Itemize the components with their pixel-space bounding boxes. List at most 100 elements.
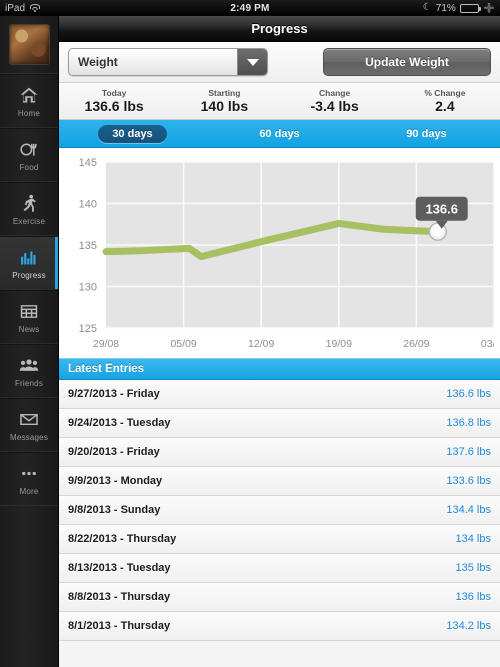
tooltip-label: 136.6 — [425, 202, 458, 217]
weight-chart-card: 125 130 135 140 145 29/08 05/09 12/09 19/09 26/0… — [59, 148, 500, 358]
tab-90-days[interactable]: 90 days — [353, 128, 500, 140]
entry-weight: 135 lbs — [455, 562, 491, 574]
entry-row[interactable]: 8/1/2013 - Thursday 134.2 lbs — [59, 612, 500, 641]
y-tick-label: 135 — [79, 240, 97, 252]
entry-weight: 136 lbs — [455, 591, 491, 603]
envelope-icon — [20, 413, 38, 425]
y-tick-label: 140 — [79, 199, 97, 211]
stat-value: 2.4 — [435, 98, 455, 114]
y-tick-label: 125 — [79, 323, 97, 335]
sidebar: Home Food Exercise Progress News Friends… — [0, 16, 59, 667]
sidebar-item-label: Messages — [9, 432, 49, 442]
entry-date: 9/24/2013 - Tuesday — [68, 417, 171, 429]
stat-value: 136.6 lbs — [84, 98, 144, 114]
entry-date: 9/27/2013 - Friday — [68, 388, 160, 400]
sidebar-item-exercise[interactable]: Exercise — [0, 182, 58, 236]
entry-date: 8/1/2013 - Thursday — [68, 620, 171, 632]
sidebar-item-news[interactable]: News — [0, 290, 58, 344]
stat-starting: Starting 140 lbs — [169, 83, 279, 119]
tab-60-days[interactable]: 60 days — [206, 128, 353, 140]
stats-row: Today 136.6 lbs Starting 140 lbs Change … — [59, 83, 500, 120]
page-title: Progress — [251, 21, 308, 36]
stat-value: 140 lbs — [200, 98, 249, 114]
entry-row[interactable]: 9/27/2013 - Friday 136.6 lbs — [59, 380, 500, 409]
controls-bar: Weight Update Weight — [59, 42, 500, 83]
stat-change: Change -3.4 lbs — [280, 83, 390, 119]
entry-weight: 133.6 lbs — [446, 475, 491, 487]
stat-caption: Change — [319, 88, 351, 98]
sidebar-item-label: Progress — [12, 270, 46, 280]
stat-caption: Starting — [208, 88, 241, 98]
entry-weight: 136.6 lbs — [446, 388, 491, 400]
sidebar-item-label: Friends — [14, 378, 44, 388]
plate-fork-icon — [20, 143, 37, 156]
tab-30-days[interactable]: 30 days — [59, 124, 206, 143]
stat-percent-change: % Change 2.4 — [390, 83, 500, 119]
metric-select-value: Weight — [78, 55, 118, 69]
battery-charging-icon — [459, 3, 481, 13]
sidebar-item-label: Exercise — [12, 216, 46, 226]
stat-caption: % Change — [424, 88, 466, 98]
entry-row[interactable]: 9/24/2013 - Tuesday 136.8 lbs — [59, 409, 500, 438]
entry-date: 9/8/2013 - Sunday — [68, 504, 161, 516]
sidebar-item-home[interactable]: Home — [0, 74, 58, 128]
entry-row[interactable]: 9/20/2013 - Friday 137.6 lbs — [59, 438, 500, 467]
stat-today: Today 136.6 lbs — [59, 83, 169, 119]
entry-date: 8/13/2013 - Tuesday — [68, 562, 171, 574]
stat-caption: Today — [101, 88, 127, 98]
tab-label: 30 days — [98, 124, 167, 143]
tab-label: 90 days — [406, 127, 447, 140]
title-bar: Progress — [59, 16, 500, 42]
entry-weight: 136.8 lbs — [446, 417, 491, 429]
entry-row[interactable]: 8/22/2013 - Thursday 134 lbs — [59, 525, 500, 554]
entry-date: 9/20/2013 - Friday — [68, 446, 160, 458]
status-right: ☾ 71% ➕ — [423, 3, 500, 14]
entry-row[interactable]: 9/9/2013 - Monday 133.6 lbs — [59, 467, 500, 496]
avatar-container[interactable] — [0, 16, 58, 74]
x-tick-label: 05/09 — [170, 338, 196, 350]
entry-weight: 134.4 lbs — [446, 504, 491, 516]
entry-weight: 137.6 lbs — [446, 446, 491, 458]
avatar[interactable] — [8, 24, 50, 65]
sidebar-item-friends[interactable]: Friends — [0, 344, 58, 398]
chevron-down-icon[interactable] — [237, 49, 267, 75]
sidebar-item-messages[interactable]: Messages — [0, 398, 58, 452]
stat-value: -3.4 lbs — [310, 98, 359, 114]
metric-select[interactable]: Weight — [68, 48, 268, 76]
sidebar-item-progress[interactable]: Progress — [0, 236, 58, 290]
battery-percent: 71% — [435, 2, 456, 14]
crescent-moon-icon: ☾ — [422, 2, 432, 13]
y-axis-labels: 125 130 135 140 145 — [79, 157, 97, 335]
x-tick-label: 19/09 — [326, 338, 352, 350]
latest-entries-header: Latest Entries — [59, 358, 500, 380]
sidebar-item-label: Home — [17, 108, 41, 118]
y-tick-label: 130 — [79, 282, 97, 294]
ios-status-bar: iPad 2:49 PM ☾ 71% ➕ — [0, 0, 500, 16]
bar-chart-icon — [21, 250, 36, 264]
grid-table-icon — [20, 304, 38, 318]
latest-entries-list[interactable]: 9/27/2013 - Friday 136.6 lbs 9/24/2013 - T… — [59, 380, 500, 667]
sidebar-item-food[interactable]: Food — [0, 128, 58, 182]
tab-label: 60 days — [259, 127, 300, 140]
sidebar-item-label: More — [19, 486, 39, 496]
x-tick-label: 12/09 — [248, 338, 274, 350]
people-icon — [19, 358, 39, 371]
sidebar-item-label: News — [18, 324, 40, 334]
x-axis-labels: 29/08 05/09 12/09 19/09 26/09 03/10 — [93, 338, 494, 350]
x-tick-label: 29/08 — [93, 338, 119, 350]
x-tick-label: 03/10 — [481, 338, 494, 350]
entry-date: 8/8/2013 - Thursday — [68, 591, 171, 603]
home-icon — [20, 87, 38, 102]
main-content: Progress Weight Update Weight Today 136.… — [59, 16, 500, 667]
entry-row[interactable]: 9/8/2013 - Sunday 134.4 lbs — [59, 496, 500, 525]
entry-row[interactable]: 8/8/2013 - Thursday 136 lbs — [59, 583, 500, 612]
weight-line-chart[interactable]: 125 130 135 140 145 29/08 05/09 12/09 19/09 26/0… — [65, 156, 494, 358]
entry-row[interactable]: 8/13/2013 - Tuesday 135 lbs — [59, 554, 500, 583]
runner-icon — [23, 194, 36, 212]
charging-bolt-icon: ➕ — [483, 2, 495, 13]
y-tick-label: 145 — [79, 157, 97, 169]
range-tabs: 30 days 60 days 90 days — [59, 120, 500, 148]
entry-weight: 134 lbs — [455, 533, 491, 545]
sidebar-item-more[interactable]: More — [0, 452, 58, 506]
update-weight-button[interactable]: Update Weight — [323, 48, 491, 76]
